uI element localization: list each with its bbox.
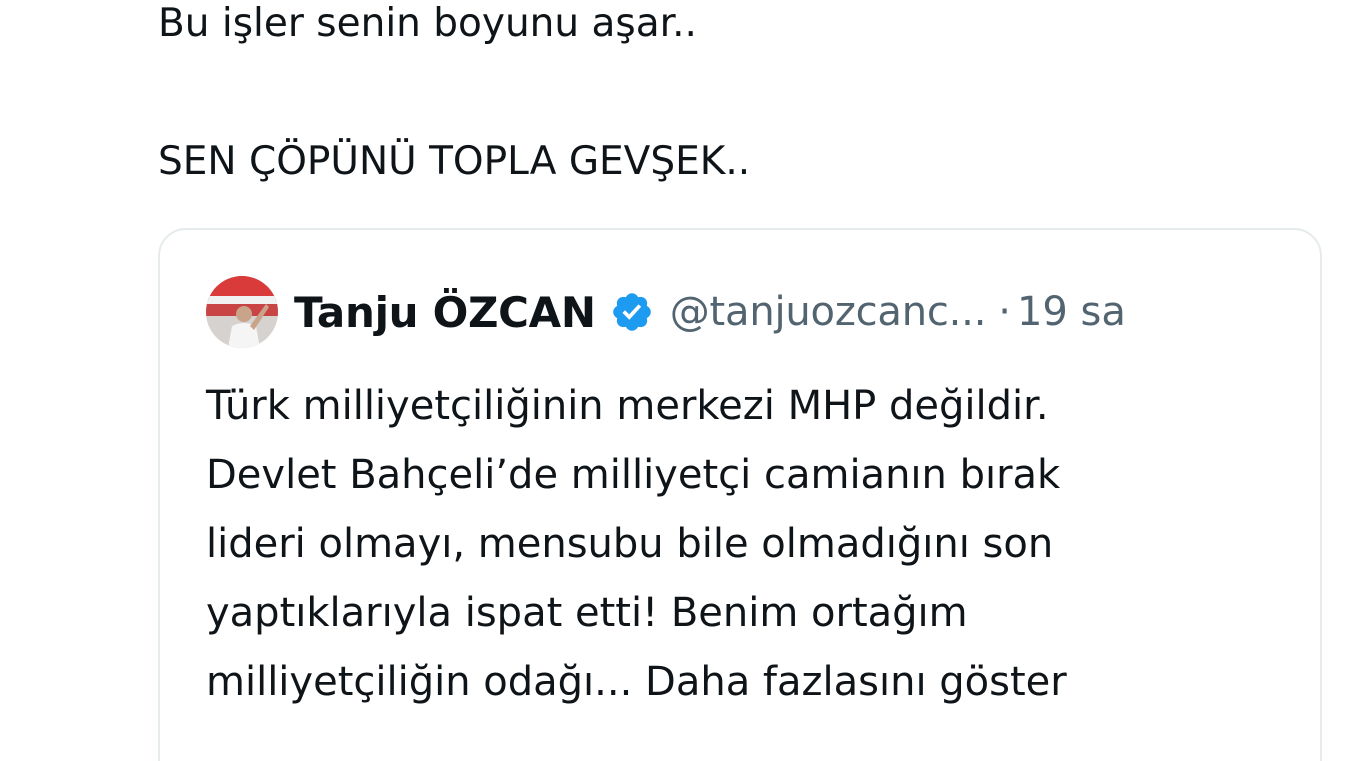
quoted-tweet-card[interactable]: Tanju ÖZCAN @tanjuozcanc... · 19 sa Türk… (158, 228, 1322, 761)
quoted-tweet-header: Tanju ÖZCAN @tanjuozcanc... · 19 sa (206, 274, 1126, 350)
quoted-text-line: Türk milliyetçiliğinin merkezi MHP değil… (206, 383, 1049, 429)
show-more-link[interactable]: Daha fazlasını göster (645, 659, 1067, 705)
tweet-text-line-2: SEN ÇÖPÜNÜ TOPLA GEVŞEK.. (158, 139, 751, 184)
avatar-image (206, 276, 278, 348)
quoted-text-line: milliyetçiliğin odağı... (206, 659, 633, 705)
verified-badge-icon (612, 293, 651, 331)
header-separator: · (998, 289, 1011, 335)
tweet-text-line-1: Bu işler senin boyunu aşar.. (158, 1, 697, 46)
quoted-text-line: lideri olmayı, mensubu bile olmadığını s… (206, 521, 1054, 567)
quoted-text-line: Devlet Bahçeli’de milliyetçi camianın bı… (206, 452, 1061, 498)
author-name[interactable]: Tanju ÖZCAN (294, 288, 596, 337)
avatar[interactable] (206, 276, 278, 348)
tweet-screenshot: Bu işler senin boyunu aşar.. SEN ÇÖPÜNÜ … (0, 0, 1351, 761)
tweet-timestamp[interactable]: 19 sa (1017, 289, 1126, 335)
author-handle[interactable]: @tanjuozcanc... (670, 289, 987, 335)
quoted-tweet-text: Türk milliyetçiliğinin merkezi MHP değil… (206, 372, 1296, 717)
quoted-text-last-line: milliyetçiliğin odağı... Daha fazlasını … (206, 648, 1296, 717)
quoted-text-line: yaptıklarıyla ispat etti! Benim ortağım (206, 590, 968, 636)
